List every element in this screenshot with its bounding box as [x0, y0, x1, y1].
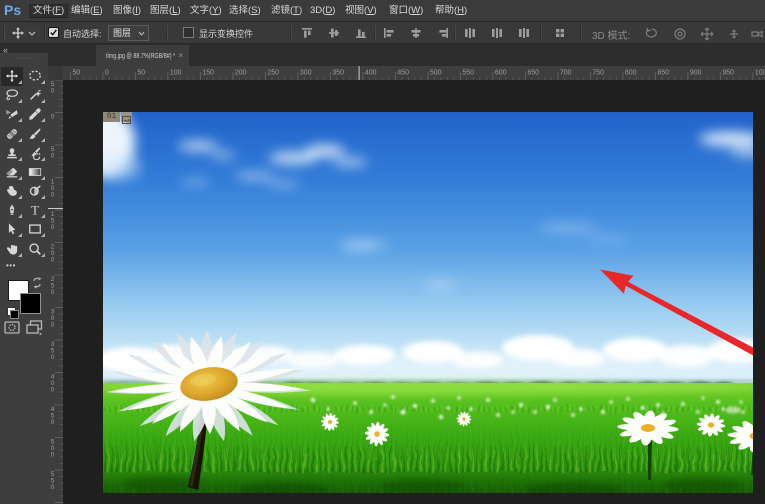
svg-text:0: 0: [51, 192, 55, 199]
svg-text:400: 400: [365, 70, 377, 77]
svg-text:0: 0: [51, 88, 55, 95]
svg-text:0: 0: [51, 289, 55, 296]
svg-text:50: 50: [72, 70, 80, 77]
svg-text:0: 0: [51, 484, 55, 491]
svg-text:0: 0: [51, 153, 55, 160]
svg-text:550: 550: [462, 70, 474, 77]
svg-text:850: 850: [657, 70, 669, 77]
svg-text:300: 300: [300, 70, 312, 77]
svg-text:0: 0: [51, 354, 55, 361]
svg-text:0: 0: [51, 419, 55, 426]
svg-text:100: 100: [170, 70, 182, 77]
svg-text:1000: 1000: [755, 70, 765, 77]
svg-text:450: 450: [397, 70, 409, 77]
svg-text:200: 200: [235, 70, 247, 77]
svg-text:0: 0: [105, 70, 109, 77]
svg-text:350: 350: [332, 70, 344, 77]
svg-text:950: 950: [722, 70, 734, 77]
svg-text:0: 0: [51, 322, 55, 329]
svg-text:900: 900: [690, 70, 702, 77]
svg-text:0: 0: [51, 224, 55, 231]
svg-text:250: 250: [267, 70, 279, 77]
svg-text:750: 750: [592, 70, 604, 77]
svg-text:50: 50: [137, 70, 145, 77]
svg-text:0: 0: [51, 114, 55, 121]
svg-text:0: 0: [51, 452, 55, 459]
svg-text:500: 500: [430, 70, 442, 77]
svg-text:T: T: [30, 203, 38, 217]
svg-text:150: 150: [202, 70, 214, 77]
svg-text:700: 700: [560, 70, 572, 77]
svg-text:0: 0: [51, 257, 55, 264]
svg-text:0: 0: [51, 387, 55, 394]
svg-text:600: 600: [495, 70, 507, 77]
svg-text:650: 650: [527, 70, 539, 77]
svg-text:800: 800: [625, 70, 637, 77]
